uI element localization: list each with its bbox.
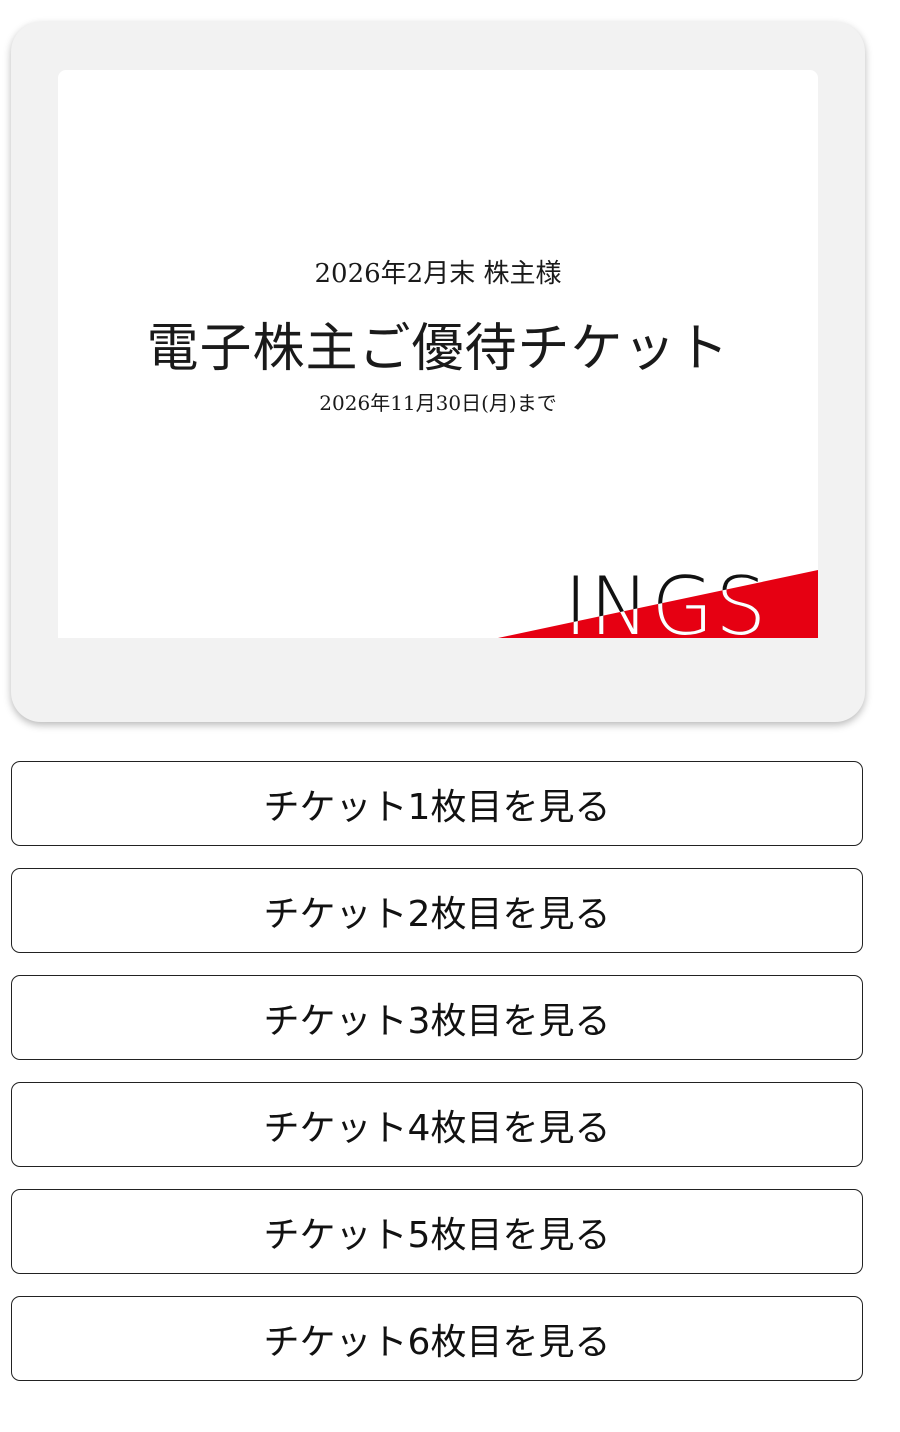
ticket-subtitle: 2026年2月末 株主様 bbox=[314, 259, 562, 289]
ings-logo: INGS INGS bbox=[498, 548, 818, 638]
view-ticket-6-button[interactable]: チケット6枚目を見る bbox=[11, 1296, 863, 1381]
view-ticket-2-button[interactable]: チケット2枚目を見る bbox=[11, 868, 863, 953]
ticket-image: 2026年2月末 株主様 電子株主ご優待チケット 2026年11月30日(月)ま… bbox=[58, 70, 818, 638]
ticket-expiry: 2026年11月30日(月)まで bbox=[319, 391, 557, 415]
view-ticket-4-button[interactable]: チケット4枚目を見る bbox=[11, 1082, 863, 1167]
view-ticket-5-button[interactable]: チケット5枚目を見る bbox=[11, 1189, 863, 1274]
ticket-card: 2026年2月末 株主様 電子株主ご優待チケット 2026年11月30日(月)ま… bbox=[11, 22, 865, 722]
view-ticket-3-button[interactable]: チケット3枚目を見る bbox=[11, 975, 863, 1060]
ticket-title: 電子株主ご優待チケット bbox=[146, 319, 730, 379]
view-ticket-1-button[interactable]: チケット1枚目を見る bbox=[11, 761, 863, 846]
